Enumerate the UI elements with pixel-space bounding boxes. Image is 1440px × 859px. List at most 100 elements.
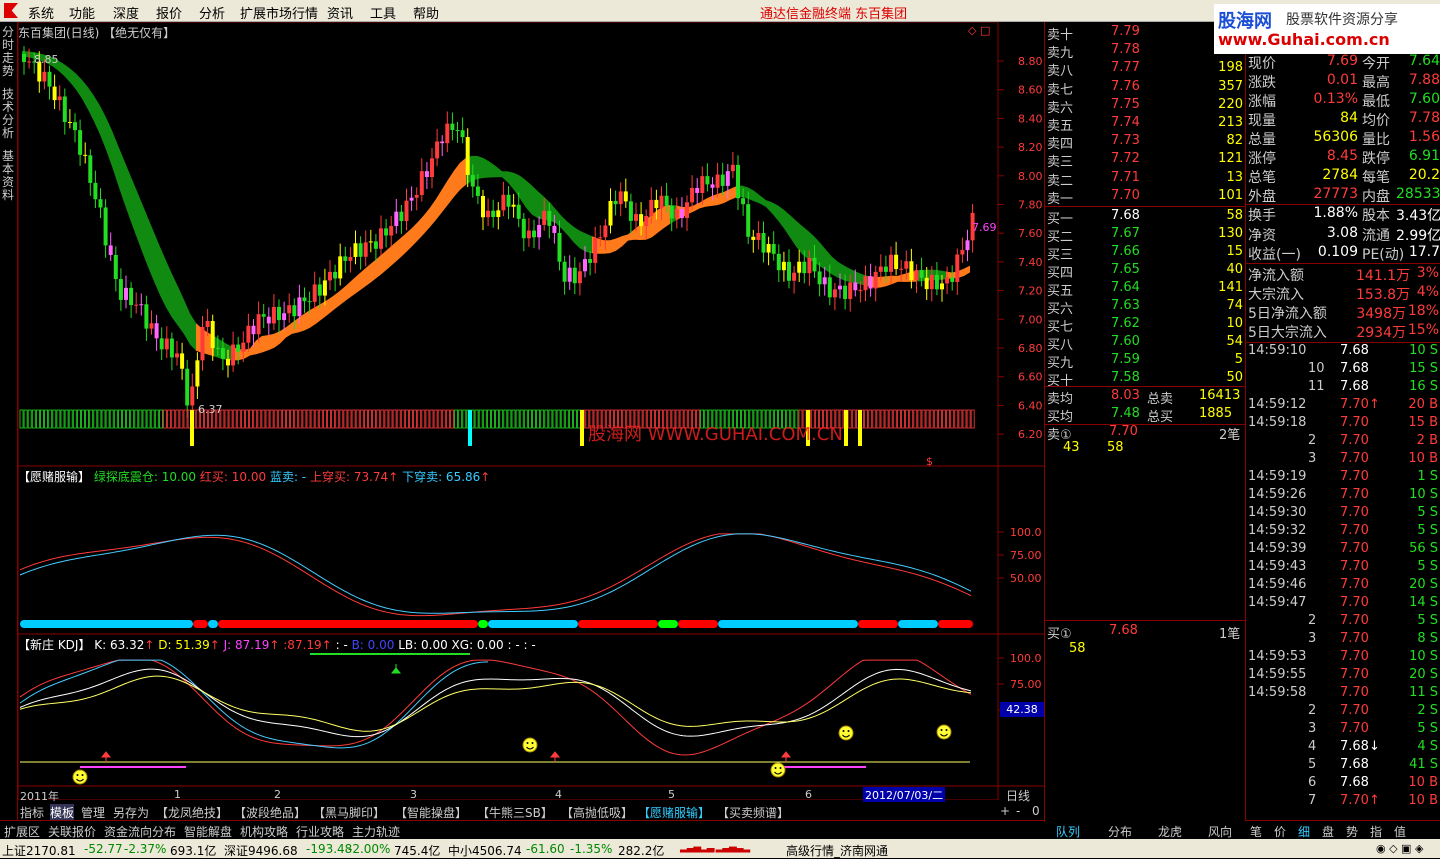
signal-bar — [954, 409, 959, 429]
sell-avg: 8.03 — [1111, 388, 1140, 403]
signal-bar — [400, 409, 405, 429]
menu-tools[interactable]: 工具 — [370, 3, 396, 22]
btab-yuandu[interactable]: 【愿赌服输】 — [638, 804, 710, 821]
rtab-longhu[interactable]: 龙虎 — [1158, 823, 1182, 840]
ind1-color-band — [20, 620, 193, 628]
signal-bar — [52, 409, 57, 429]
signal-bar — [294, 409, 299, 429]
sh-index: 上证2170.81 — [2, 844, 76, 858]
tick-row: 14:59:12 7.70↑ 20 B — [1246, 397, 1440, 415]
tab-technical[interactable]: 技术分析 — [2, 88, 16, 140]
sell-price: 7.77 — [1111, 60, 1140, 76]
tick-time: 14:59:47 — [1248, 595, 1307, 610]
tick-volume: 4 S — [1417, 739, 1438, 754]
candle-body — [623, 191, 628, 202]
buy-level-label: 买八 — [1047, 338, 1074, 353]
candle-body — [557, 232, 562, 262]
signal-bar — [183, 409, 188, 429]
candle-body — [868, 276, 873, 289]
kdj-lb: LB: 0.00 — [398, 638, 448, 652]
menu-system[interactable]: 系统 — [28, 3, 54, 22]
sell-volume: 220 — [1218, 96, 1243, 112]
btab-zhineng[interactable]: 【智能操盘】 — [395, 804, 467, 821]
signal-bar — [89, 409, 94, 429]
signal-bar — [97, 409, 102, 429]
rtab-tick[interactable]: 笔 — [1250, 823, 1262, 840]
rtab-wind[interactable]: 风向 — [1208, 823, 1232, 840]
chart-option-icon[interactable]: ◇ □ — [968, 24, 990, 37]
btab-niuxiong[interactable]: 【牛熊三SB】 — [477, 804, 553, 821]
chart-canvas[interactable]: 8.80 8.60 8.40 8.20 8.00 7.80 7.60 7.40 7.20 7.00… — [18, 22, 1044, 800]
link-main-track[interactable]: 主力轨迹 — [352, 823, 400, 840]
tick-price: 7.70 — [1340, 649, 1369, 664]
signal-bar — [560, 409, 565, 429]
tick-price: 7.70 — [1340, 451, 1369, 466]
rtab-distribution[interactable]: 分布 — [1108, 823, 1132, 840]
window-title: 通达信金融终端 东百集团 — [760, 7, 908, 22]
link-ext-area[interactable]: 扩展区 — [4, 823, 40, 840]
link-smart-analysis[interactable]: 智能解盘 — [184, 823, 232, 840]
brand-slogan: 股票软件资源分享 — [1286, 12, 1398, 28]
menu-depth[interactable]: 深度 — [113, 3, 139, 22]
btab-save-as[interactable]: 另存为 — [113, 804, 149, 821]
tray-icons[interactable]: ◉ ◇ ▣ ◈ — [1376, 842, 1423, 855]
reset-button[interactable]: 0 — [1032, 804, 1040, 818]
rtab-book[interactable]: 盘 — [1322, 823, 1334, 840]
buy-volume: 15 — [1226, 244, 1243, 259]
zoom-in-button[interactable]: + — [1000, 804, 1010, 818]
menu-news[interactable]: 资讯 — [327, 3, 353, 22]
candle-body — [894, 254, 899, 270]
signal-bar — [249, 409, 254, 429]
signal-bar — [474, 409, 479, 429]
btab-maimai[interactable]: 【买卖频谱】 — [717, 804, 789, 821]
rtab-queue[interactable]: 队列 — [1056, 823, 1080, 840]
btab-indicator[interactable]: 指标 — [20, 804, 44, 821]
flow-label: 5日净流入额 — [1248, 306, 1327, 322]
rtab-value[interactable]: 值 — [1394, 823, 1406, 840]
menu-function[interactable]: 功能 — [69, 3, 95, 22]
signal-bar — [355, 409, 360, 429]
sell-row: 卖八 7.77 198 — [1045, 60, 1245, 79]
menu-analysis[interactable]: 分析 — [199, 3, 225, 22]
signal-bar — [491, 409, 495, 429]
buy-volume: 10 — [1226, 316, 1243, 331]
btab-boduan[interactable]: 【波段绝品】 — [234, 804, 306, 821]
menu-extended-market[interactable]: 扩展市场行情 — [240, 3, 318, 22]
link-related-quote[interactable]: 关联报价 — [48, 823, 96, 840]
candle-body — [838, 285, 842, 290]
rtab-index[interactable]: 指 — [1370, 823, 1382, 840]
rtab-trend[interactable]: 势 — [1346, 823, 1358, 840]
flow-pct: 15% — [1407, 322, 1439, 338]
link-fund-flow[interactable]: 资金流向分布 — [104, 823, 176, 840]
candle-body — [649, 199, 654, 216]
candle-body — [878, 266, 883, 272]
tick-row: 3 7.70 10 B — [1246, 451, 1440, 469]
signal-bar — [917, 409, 922, 429]
chart-area[interactable]: 8.80 8.60 8.40 8.20 8.00 7.80 7.60 7.40 7.20 7.00… — [18, 22, 1044, 803]
buy-price: 7.65 — [1111, 262, 1140, 277]
candle-body — [215, 347, 220, 349]
menu-quote[interactable]: 报价 — [156, 3, 182, 22]
menu-help[interactable]: 帮助 — [413, 3, 439, 22]
link-institution[interactable]: 机构攻略 — [240, 823, 288, 840]
btab-template[interactable]: 模板 — [50, 804, 75, 821]
zoom-out-button[interactable]: - — [1016, 804, 1020, 818]
tab-intraday[interactable]: 分时走势 — [2, 26, 16, 78]
buy-volume: 40 — [1226, 262, 1243, 277]
signal-bar — [77, 409, 81, 429]
buy-price: 7.60 — [1111, 334, 1140, 349]
candle-body — [210, 320, 215, 348]
info-label-a: 现量 — [1248, 113, 1276, 129]
btab-gaopao[interactable]: 【高抛低吸】 — [561, 804, 633, 821]
candle-body — [542, 210, 547, 225]
btab-longfeng[interactable]: 【龙凤绝技】 — [156, 804, 228, 821]
btab-manage[interactable]: 管理 — [81, 804, 105, 821]
tick-volume: 16 S — [1409, 379, 1438, 394]
link-industry[interactable]: 行业攻略 — [296, 823, 344, 840]
rtab-price[interactable]: 价 — [1274, 823, 1286, 840]
btab-heima[interactable]: 【黑马脚印】 — [313, 804, 385, 821]
tab-fundamental[interactable]: 基本资料 — [2, 150, 16, 202]
rtab-detail[interactable]: 细 — [1298, 823, 1310, 840]
signal-bar — [519, 409, 524, 429]
total-sell-label: 总卖 — [1147, 392, 1174, 407]
